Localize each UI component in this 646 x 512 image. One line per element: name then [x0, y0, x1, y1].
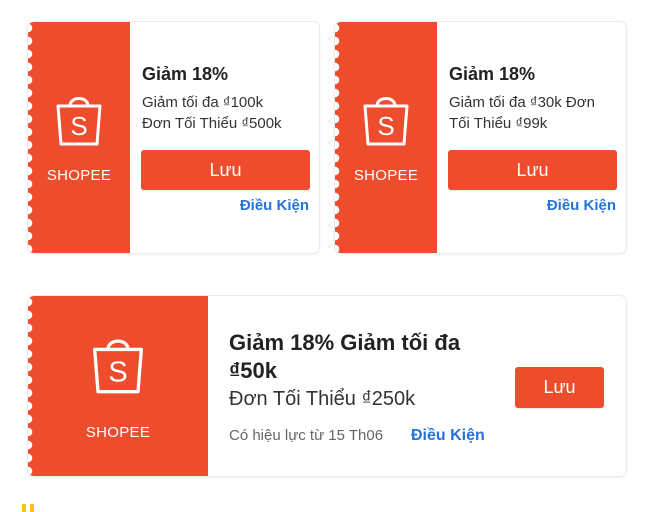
- shopping-bag-icon: S: [363, 97, 409, 146]
- svg-text:S: S: [377, 111, 394, 141]
- save-button[interactable]: Lưu: [141, 150, 310, 190]
- partial-heading-mark: [22, 504, 52, 512]
- terms-link[interactable]: Điều Kiện: [240, 197, 309, 214]
- voucher-title-cont: ₫50k: [229, 358, 277, 383]
- voucher-title: Giảm 18% Giảm tối đa: [229, 330, 461, 355]
- voucher-body: Giảm 18% Giảm tối đa ₫50k Đơn Tối Thiểu …: [208, 296, 626, 476]
- voucher-max-discount: Giảm tối đa ₫100k: [142, 94, 264, 111]
- svg-text:S: S: [108, 356, 127, 388]
- voucher-body: Giảm 18% Giảm tối đa ₫30k Đơn Tối Thiểu …: [437, 22, 626, 253]
- brand-label: SHOPEE: [85, 423, 151, 441]
- terms-link[interactable]: Điều Kiện: [411, 427, 485, 445]
- terms-link[interactable]: Điều Kiện: [547, 197, 616, 214]
- voucher-body: Giảm 18% Giảm tối đa ₫100k Đơn Tối Thiểu…: [130, 22, 319, 253]
- voucher-stub: S SHOPEE: [28, 296, 208, 476]
- shopping-bag-icon: S: [93, 338, 143, 393]
- voucher-validity: Có hiệu lực từ 15 Th06: [229, 427, 384, 444]
- save-button[interactable]: Lưu: [448, 150, 617, 190]
- save-button[interactable]: Lưu: [515, 367, 604, 408]
- voucher-card: S SHOPEE Giảm 18% Giảm tối đa ₫50k Đơn T…: [28, 296, 626, 476]
- voucher-card: S SHOPEE Giảm 18% Giảm tối đa ₫100k Đơn …: [28, 22, 319, 253]
- svg-text:S: S: [70, 111, 87, 141]
- voucher-title: Giảm 18%: [449, 64, 536, 84]
- voucher-max-discount: Giảm tối đa ₫30k Đơn: [449, 94, 595, 111]
- shopping-bag-icon: S: [56, 97, 102, 146]
- voucher-min-order: Đơn Tối Thiểu ₫250k: [229, 388, 416, 410]
- voucher-min-order: Đơn Tối Thiểu ₫500k: [142, 115, 282, 132]
- voucher-stub: S SHOPEE: [28, 22, 130, 253]
- voucher-stub: S SHOPEE: [335, 22, 437, 253]
- voucher-title: Giảm 18%: [142, 64, 229, 84]
- brand-label: SHOPEE: [353, 167, 419, 184]
- voucher-card: S SHOPEE Giảm 18% Giảm tối đa ₫30k Đơn T…: [335, 22, 626, 253]
- brand-label: SHOPEE: [46, 167, 112, 184]
- voucher-min-order: Tối Thiểu ₫99k: [449, 115, 548, 132]
